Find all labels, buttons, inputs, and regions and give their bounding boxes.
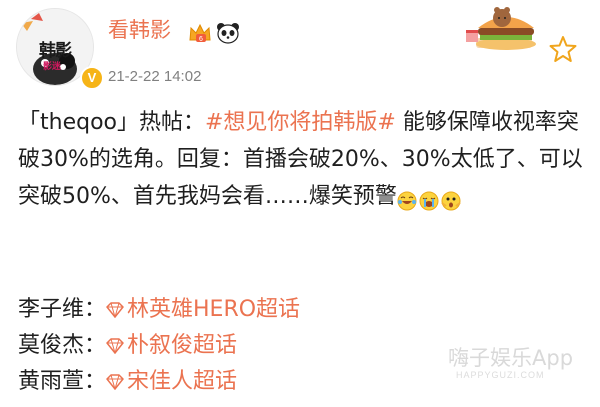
post-header: 韩影 影迷 V 看韩影 6 21-2-22 14:02 xyxy=(0,0,600,100)
cast-list: 李子维： 林英雄HERO超话 莫俊杰： 朴叙俊超话 黄雨萱： 宋佳人超话 xyxy=(18,292,300,400)
post-body: 「theqoo」热帖：#想见你将拍韩版# 能够保障收视率突破30%的选角。回复：… xyxy=(18,104,590,219)
laugh-cry-emoji-icon xyxy=(397,191,417,211)
cast-row: 黄雨萱： 宋佳人超话 xyxy=(18,364,300,400)
cast-role: 莫俊杰： xyxy=(18,333,107,358)
avatar-badge: 影迷 xyxy=(43,62,62,72)
emoji-row xyxy=(397,182,463,219)
scared-emoji-icon xyxy=(441,191,461,211)
cast-role: 李子维： xyxy=(18,297,107,322)
cast-topic-link[interactable]: 林英雄HERO超话 xyxy=(106,297,300,322)
verified-badge: V xyxy=(80,66,104,90)
sob-emoji-icon xyxy=(419,191,439,211)
diamond-icon xyxy=(106,302,124,318)
cast-topic-label: 朴叙俊超话 xyxy=(127,333,238,358)
post-text-prefix: 「theqoo」热帖： xyxy=(18,110,205,135)
post-text: 「theqoo」热帖：#想见你将拍韩版# 能够保障收视率突破30%的选角。回复：… xyxy=(18,104,590,219)
svg-text:6: 6 xyxy=(199,36,203,43)
star-icon[interactable] xyxy=(548,34,578,64)
topic-link[interactable]: #想见你将拍韩版# xyxy=(205,110,396,135)
cast-row: 李子维： 林英雄HERO超话 xyxy=(18,292,300,328)
cast-row: 莫俊杰： 朴叙俊超话 xyxy=(18,328,300,364)
panda-icon xyxy=(217,23,239,44)
username[interactable]: 看韩影 xyxy=(108,14,171,44)
cast-role: 黄雨萱： xyxy=(18,369,107,394)
diamond-icon xyxy=(106,374,124,390)
watermark-url: HAPPYGUZI.COM xyxy=(456,370,545,380)
vip-crown-icon: 6 xyxy=(189,23,211,43)
avatar-text: 韩影 xyxy=(39,41,72,61)
diamond-icon xyxy=(106,338,124,354)
cast-topic-label: 林英雄HERO超话 xyxy=(127,297,301,322)
cast-topic-label: 宋佳人超话 xyxy=(127,369,238,394)
post-timestamp: 21-2-22 14:02 xyxy=(108,68,202,85)
burger-sticker-icon xyxy=(466,7,536,50)
watermark-brand: 嗨子娱乐App xyxy=(448,346,574,370)
cast-topic-link[interactable]: 朴叙俊超话 xyxy=(106,333,237,358)
cast-topic-link[interactable]: 宋佳人超话 xyxy=(106,369,237,394)
